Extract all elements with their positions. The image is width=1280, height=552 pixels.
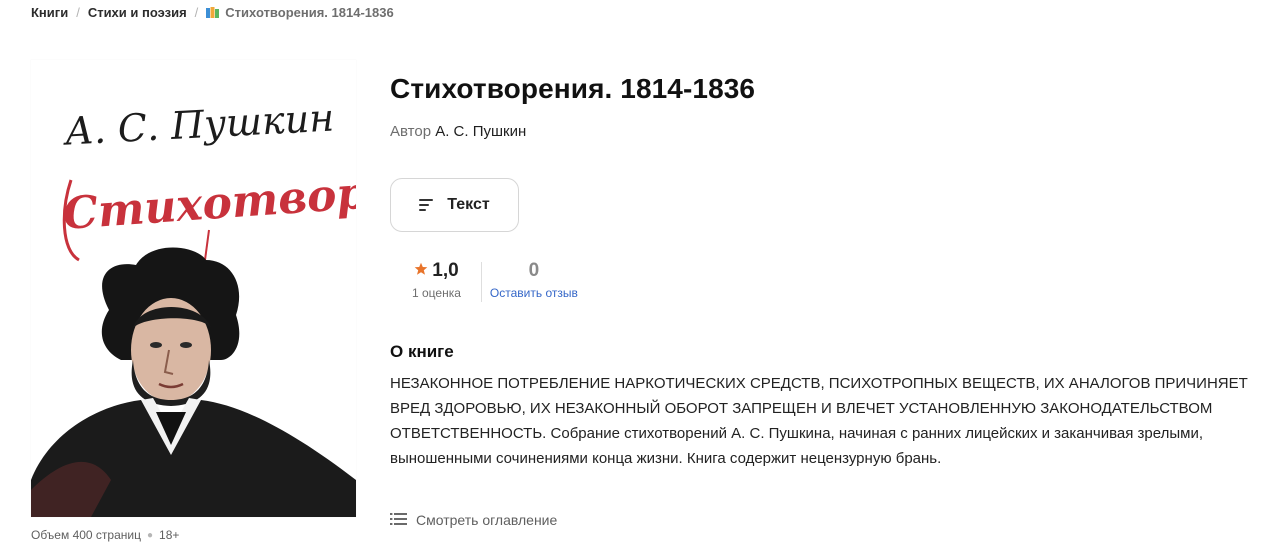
toc-link[interactable]: Смотреть оглавление xyxy=(390,512,557,528)
breadcrumb-item-books[interactable]: Книги xyxy=(31,5,68,20)
book-cover[interactable]: А. С. Пушкин Стихотворения xyxy=(31,60,356,517)
breadcrumb-separator: / xyxy=(76,5,80,20)
rating-block: 1,0 1 оценка 0 Оставить отзыв xyxy=(412,260,578,302)
meta-dot: ● xyxy=(146,529,154,541)
reviews-count: 0 xyxy=(528,260,540,281)
star-icon xyxy=(414,262,428,281)
pages-count: Объем 400 страниц xyxy=(31,528,141,542)
about-text: НЕЗАКОННОЕ ПОТРЕБЛЕНИЕ НАРКОТИЧЕСКИХ СРЕ… xyxy=(390,375,1248,467)
breadcrumb-separator: / xyxy=(194,5,199,20)
leave-review-link[interactable]: Оставить отзыв xyxy=(490,286,578,300)
age-rating: 18+ xyxy=(159,528,180,542)
author-line: Автор А. С. Пушкин xyxy=(390,123,526,140)
toc-label: Смотреть оглавление xyxy=(416,512,558,528)
rating-summary[interactable]: 1,0 1 оценка xyxy=(412,260,461,300)
book-title: Стихотворения. 1814-1836 xyxy=(390,73,756,104)
author-prefix: Автор xyxy=(390,123,432,140)
book-icon xyxy=(206,6,220,19)
rating-count: 1 оценка xyxy=(412,286,461,300)
format-label: Текст xyxy=(447,196,490,213)
text-lines-icon xyxy=(419,198,435,212)
breadcrumb-current: Стихотворения. 1814-1836 xyxy=(225,5,394,20)
breadcrumb: Книги / Стихи и поэзия / Стихотворения. … xyxy=(31,5,394,20)
reviews-summary: 0 Оставить отзыв xyxy=(490,260,578,300)
breadcrumb-item-poetry[interactable]: Стихи и поэзия xyxy=(88,5,187,20)
about-heading: О книге xyxy=(390,342,454,361)
rating-divider xyxy=(480,262,482,302)
list-icon xyxy=(390,512,407,528)
author-link[interactable]: А. С. Пушкин xyxy=(435,123,526,140)
rating-value: 1,0 xyxy=(432,260,459,281)
text-format-button[interactable]: Текст xyxy=(390,178,519,232)
cover-meta: Объем 400 страниц ● 18+ xyxy=(31,528,179,542)
